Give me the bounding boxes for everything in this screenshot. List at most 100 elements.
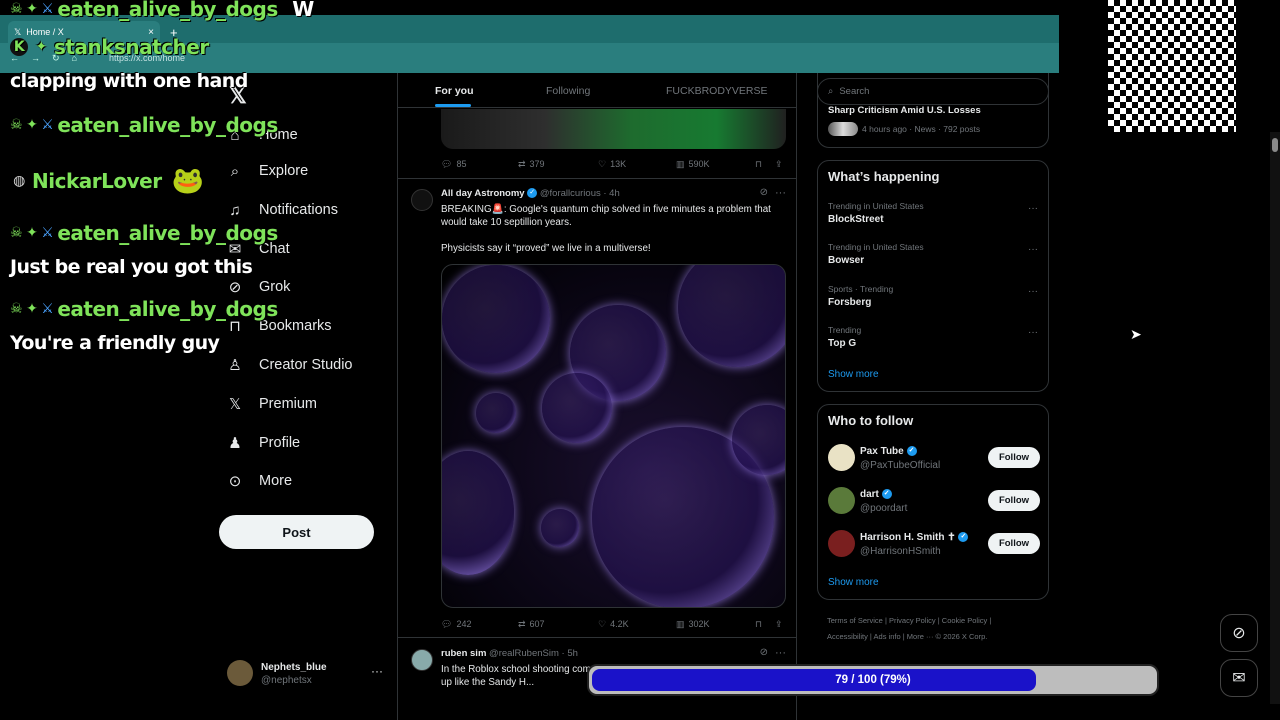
post-time[interactable]: · 5h xyxy=(562,648,578,659)
chat-username-row: ☠ ✦ ⚔ eaten_alive_by_dogs W xyxy=(10,0,314,26)
nav-premium[interactable]: 𝕏 Premium xyxy=(225,392,317,416)
trend-item[interactable]: Trending in United States BlockStreet ··· xyxy=(828,201,1038,225)
previous-post-media[interactable] xyxy=(441,109,786,149)
chat-message: W xyxy=(292,0,314,21)
views-button[interactable]: ▥ 590K xyxy=(676,159,710,170)
search-input[interactable]: ⌕ Search xyxy=(817,78,1049,105)
heart-icon: ♡ xyxy=(598,618,607,629)
messages-fab-button[interactable]: ✉ xyxy=(1220,659,1258,697)
views-button[interactable]: ▥ 302K xyxy=(676,619,710,630)
post-astronomy[interactable]: All day Astronomy ✓ @forallcurious · 4h … xyxy=(398,178,796,638)
bookmark-button[interactable]: ⊓ xyxy=(755,159,762,170)
whats-happening: What’s happening Trending in United Stat… xyxy=(817,160,1049,392)
avatar[interactable] xyxy=(828,530,855,557)
sword-badge-icon: ⚔ xyxy=(41,117,54,133)
more-icon[interactable]: ··· xyxy=(1028,327,1038,338)
diamond-badge-icon: ✦ xyxy=(26,1,38,17)
more-icon[interactable]: ··· xyxy=(775,187,786,199)
more-icon[interactable]: ··· xyxy=(1028,244,1038,255)
repost-icon: ⇄ xyxy=(518,618,526,629)
verified-badge-icon: ✓ xyxy=(958,532,969,543)
post-header: ruben sim @realRubenSim · 5h xyxy=(441,648,578,659)
trend-item[interactable]: Trending in United States Bowser ··· xyxy=(828,242,1038,266)
who-to-follow: Who to follow Pax Tube ✓ @PaxTubeOfficia… xyxy=(817,404,1049,600)
diamond-badge-icon: ✦ xyxy=(26,301,38,317)
x-premium-icon: 𝕏 xyxy=(228,396,242,413)
avatar[interactable] xyxy=(411,649,433,671)
more-icon[interactable]: ··· xyxy=(1028,203,1038,214)
author-handle[interactable]: @realRubenSim xyxy=(489,648,559,659)
nav-profile[interactable]: ♟ Profile xyxy=(225,431,300,455)
grok-icon[interactable]: ⊘ xyxy=(760,187,768,198)
footer-link[interactable]: Cookie Policy xyxy=(942,616,987,625)
avatar[interactable] xyxy=(828,487,855,514)
follow-suggestion[interactable]: Pax Tube ✓ @PaxTubeOfficial Follow xyxy=(828,444,1040,474)
show-more-link[interactable]: Show more xyxy=(828,577,879,588)
person-icon: ♟ xyxy=(228,435,242,452)
like-button[interactable]: ♡ 4.2K xyxy=(598,619,629,630)
timeline-tabs: For you Following FUCKBRODYVERSE xyxy=(398,73,796,108)
chat-username-row: ☠ ✦ ⚔ eaten_alive_by_dogs xyxy=(10,216,278,250)
scrollbar[interactable] xyxy=(1270,132,1280,704)
melon-badge-icon: ◍ xyxy=(13,173,25,189)
scrollbar-thumb[interactable] xyxy=(1272,138,1278,152)
chat-username-row: K ✦ stanksnatcher xyxy=(10,30,270,64)
avatar[interactable] xyxy=(411,189,433,211)
repost-button[interactable]: ⇄ 379 xyxy=(518,159,545,170)
skull-badge-icon: ☠ xyxy=(10,225,23,241)
post-time[interactable]: · 4h xyxy=(603,188,619,199)
author-name[interactable]: ruben sim xyxy=(441,648,486,659)
footer-link[interactable]: Terms of Service xyxy=(827,616,883,625)
avatar[interactable] xyxy=(828,444,855,471)
account-switcher[interactable]: Nephets_blue @nephetsx ··· xyxy=(227,660,387,692)
post-text-line-2: Physicists say it “proved” we live in a … xyxy=(441,243,651,254)
grok-icon[interactable]: ⊘ xyxy=(760,647,768,658)
reply-button[interactable]: 💬︎ 242 xyxy=(441,619,471,630)
more-icon[interactable]: ··· xyxy=(371,664,383,678)
search-icon: ⌕ xyxy=(828,86,834,97)
suggestion-handle: @HarrisonHSmith xyxy=(860,546,941,557)
share-button[interactable]: ⇪ xyxy=(775,619,783,630)
search-placeholder: Search xyxy=(839,86,870,97)
post-image[interactable] xyxy=(441,264,786,608)
mouse-cursor-icon: ➤ xyxy=(1130,326,1142,342)
reply-button[interactable]: 💬︎ 85 xyxy=(441,159,466,170)
follow-button[interactable]: Follow xyxy=(988,490,1040,511)
verified-badge-icon: ✓ xyxy=(527,188,538,199)
show-more-link[interactable]: Show more xyxy=(828,369,879,380)
news-meta: 4 hours ago · News · 792 posts xyxy=(862,124,981,134)
footer-link[interactable]: Accessibility xyxy=(827,632,868,641)
account-handle: @nephetsx xyxy=(261,675,312,686)
account-name: Nephets_blue xyxy=(261,662,327,673)
bookmark-button[interactable]: ⊓ xyxy=(755,619,762,630)
post-button[interactable]: Post xyxy=(219,515,374,549)
nav-more[interactable]: ⊙ More xyxy=(225,469,292,493)
repost-button[interactable]: ⇄ 607 xyxy=(518,619,545,630)
share-button[interactable]: ⇪ xyxy=(775,159,783,170)
repost-icon: ⇄ xyxy=(518,158,526,169)
footer-link[interactable]: Ads info xyxy=(874,632,901,641)
views-icon: ▥ xyxy=(676,158,685,169)
follow-button[interactable]: Follow xyxy=(988,533,1040,554)
follow-suggestion[interactable]: dart ✓ @poordart Follow xyxy=(828,487,1040,517)
like-button[interactable]: ♡ 13K xyxy=(598,159,626,170)
footer-link[interactable]: Privacy Policy xyxy=(889,616,936,625)
k-badge-icon: K xyxy=(10,38,28,56)
chat-username: stanksnatcher xyxy=(54,35,209,59)
follow-button[interactable]: Follow xyxy=(988,447,1040,468)
footer-links: Terms of Service | Privacy Policy | Cook… xyxy=(827,616,992,641)
tab-custom-list[interactable]: FUCKBRODYVERSE xyxy=(666,85,768,97)
trend-item[interactable]: Trending Top G ··· xyxy=(828,325,1038,349)
author-name[interactable]: All day Astronomy xyxy=(441,188,525,199)
follow-suggestion[interactable]: Harrison H. Smith ✝ ✓ @HarrisonHSmith Fo… xyxy=(828,530,1040,560)
more-icon[interactable]: ··· xyxy=(775,647,786,659)
footer-link[interactable]: More ··· xyxy=(907,632,934,641)
skull-badge-icon: ☠ xyxy=(10,301,23,317)
author-handle[interactable]: @forallcurious xyxy=(540,188,601,199)
more-icon[interactable]: ··· xyxy=(1028,286,1038,297)
tab-following[interactable]: Following xyxy=(546,85,590,97)
suggestion-name: Harrison H. Smith ✝ xyxy=(860,532,956,543)
grok-fab-button[interactable]: ⊘ xyxy=(1220,614,1258,652)
tab-for-you[interactable]: For you xyxy=(435,85,474,97)
trend-item[interactable]: Sports · Trending Forsberg ··· xyxy=(828,284,1038,308)
